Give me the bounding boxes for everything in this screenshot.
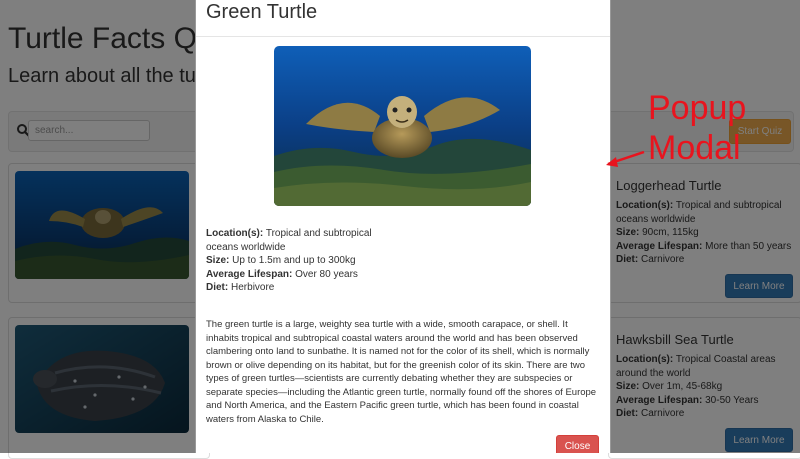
- annotation-line-2: Modal: [648, 129, 741, 167]
- lifespan-value: Over 80 years: [295, 268, 358, 280]
- diet-label: Diet:: [206, 282, 229, 293]
- annotation-label: Popup Modal: [648, 88, 746, 168]
- modal-header: Green Turtle: [196, 0, 610, 37]
- annotation-arrow-icon: [606, 150, 645, 167]
- modal-description: The green turtle is a large, weighty sea…: [206, 319, 597, 425]
- lifespan-label: Average Lifespan:: [206, 268, 293, 280]
- modal-title: Green Turtle: [206, 1, 318, 23]
- size-value: Up to 1.5m and up to 300kg: [232, 255, 356, 266]
- diet-value: Herbivore: [231, 282, 275, 293]
- size-label: Size:: [206, 255, 230, 266]
- turtle-modal: Green Turtle Location(s): Tropical and s…: [195, 0, 611, 453]
- green-turtle-image: [274, 46, 531, 206]
- close-button[interactable]: Close: [556, 435, 599, 453]
- annotation-line-1: Popup: [648, 89, 747, 127]
- modal-facts: Location(s): Tropical and subtropical oc…: [206, 227, 406, 295]
- location-label: Location(s):: [206, 228, 264, 239]
